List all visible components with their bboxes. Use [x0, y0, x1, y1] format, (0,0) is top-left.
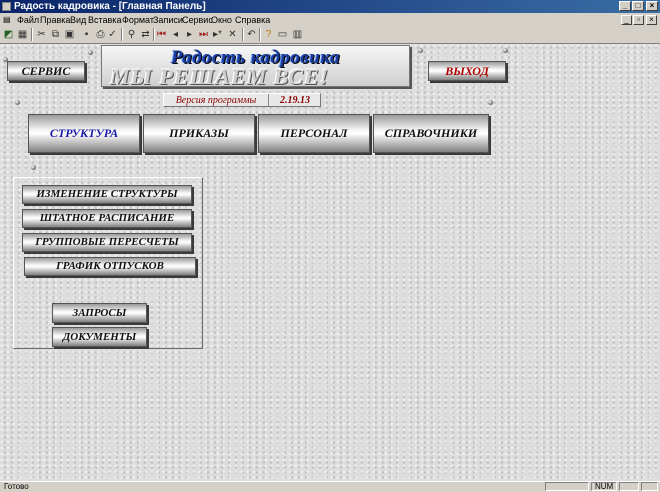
menu-tools[interactable]: Сервис	[182, 14, 213, 26]
help-icon[interactable]: ?	[262, 28, 275, 41]
menu-help[interactable]: Справка	[235, 14, 270, 26]
find-icon[interactable]: ⚲	[125, 28, 138, 41]
tab-personnel[interactable]: ПЕРСОНАЛ	[258, 114, 370, 153]
group-recalculation-button[interactable]: ГРУППОВЫЕ ПЕРЕСЧЕТЫ	[22, 233, 192, 252]
status-num: NUM	[591, 482, 617, 491]
tab-orders[interactable]: ПРИКАЗЫ	[143, 114, 255, 153]
properties-icon[interactable]: ▭	[276, 28, 289, 41]
toolbar: ◩ ▦ ✂ ⧉ ▣ ▪ ⎙ ✓ ⚲ ⇄ ⏮ ◂ ▸ ⏭ ▸* ✕ ↶ ? ▭ ▥	[0, 27, 660, 44]
new-record-icon[interactable]: ▸*	[211, 28, 224, 41]
prev-record-icon[interactable]: ◂	[169, 28, 182, 41]
staff-schedule-button[interactable]: ШТАТНОЕ РАСПИСАНИЕ	[22, 209, 192, 228]
app-banner: Радость кадровика МЫ РЕШАЕМ ВСЕ!	[101, 45, 410, 87]
cut-icon[interactable]: ✂	[35, 28, 48, 41]
exit-button[interactable]: ВЫХОД	[428, 61, 506, 81]
version-label: Версия программы	[175, 95, 257, 106]
service-button[interactable]: СЕРВИС	[7, 61, 85, 81]
form-view-icon[interactable]: ▦	[16, 28, 29, 41]
maximize-button[interactable]: □	[632, 1, 644, 11]
spelling-icon[interactable]: ✓	[106, 28, 119, 41]
queries-button[interactable]: ЗАПРОСЫ	[52, 303, 147, 323]
undo-icon[interactable]: ↶	[245, 28, 258, 41]
menu-window[interactable]: Окно	[211, 14, 232, 26]
status-panel	[545, 482, 589, 491]
design-view-icon[interactable]: ◩	[2, 28, 15, 41]
window-title: Радость кадровика - [Главная Панель]	[14, 1, 206, 12]
mdi-close-button[interactable]: ×	[646, 15, 657, 25]
change-structure-button[interactable]: ИЗМЕНЕНИЕ СТРУКТУРЫ	[22, 185, 192, 204]
mdi-restore-button[interactable]: ▫	[633, 15, 644, 25]
save-icon[interactable]: ▪	[80, 28, 93, 41]
last-record-icon[interactable]: ⏭	[197, 28, 210, 41]
pin-decoration	[503, 48, 508, 53]
status-panel	[641, 482, 658, 491]
tab-directories[interactable]: СПРАВОЧНИКИ	[373, 114, 489, 153]
replace-icon[interactable]: ⇄	[139, 28, 152, 41]
status-panel	[619, 482, 639, 491]
structure-panel: ИЗМЕНЕНИЕ СТРУКТУРЫ ШТАТНОЕ РАСПИСАНИЕ Г…	[13, 177, 203, 349]
menu-edit[interactable]: Правка	[40, 14, 70, 26]
tab-structure[interactable]: СТРУКТУРА	[28, 114, 140, 153]
main-panel: СЕРВИС Радость кадровика МЫ РЕШАЕМ ВСЕ! …	[0, 44, 660, 481]
banner-slogan: МЫ РЕШАЕМ ВСЕ!	[110, 64, 330, 87]
menu-view[interactable]: Вид	[70, 14, 86, 26]
status-bar: Готово NUM	[0, 481, 660, 492]
form-icon[interactable]: ▤	[3, 14, 11, 26]
pin-decoration	[488, 100, 493, 105]
paste-icon[interactable]: ▣	[63, 28, 76, 41]
next-record-icon[interactable]: ▸	[183, 28, 196, 41]
version-box: Версия программы 2.19.13	[163, 93, 321, 107]
pin-decoration	[15, 100, 20, 105]
title-bar[interactable]: Радость кадровика - [Главная Панель] _ □…	[0, 0, 660, 13]
pin-decoration	[31, 165, 36, 170]
database-window-icon[interactable]: ▥	[291, 28, 304, 41]
version-value: 2.19.13	[280, 95, 310, 106]
vacation-schedule-button[interactable]: ГРАФИК ОТПУСКОВ	[24, 257, 196, 276]
menu-file[interactable]: Файл	[17, 14, 39, 26]
minimize-button[interactable]: _	[619, 1, 631, 11]
copy-icon[interactable]: ⧉	[49, 28, 62, 41]
pin-decoration	[418, 48, 423, 53]
first-record-icon[interactable]: ⏮	[155, 28, 168, 41]
pin-decoration	[88, 50, 93, 55]
close-button[interactable]: ×	[646, 1, 658, 11]
app-icon[interactable]	[2, 2, 11, 11]
menu-insert[interactable]: Вставка	[88, 14, 121, 26]
delete-record-icon[interactable]: ✕	[226, 28, 239, 41]
menu-records[interactable]: Записи	[153, 14, 183, 26]
menu-bar: ▤ Файл Правка Вид Вставка Формат Записи …	[0, 13, 660, 27]
documents-button[interactable]: ДОКУМЕНТЫ	[52, 327, 147, 347]
mdi-minimize-button[interactable]: _	[621, 15, 632, 25]
menu-format[interactable]: Формат	[122, 14, 154, 26]
